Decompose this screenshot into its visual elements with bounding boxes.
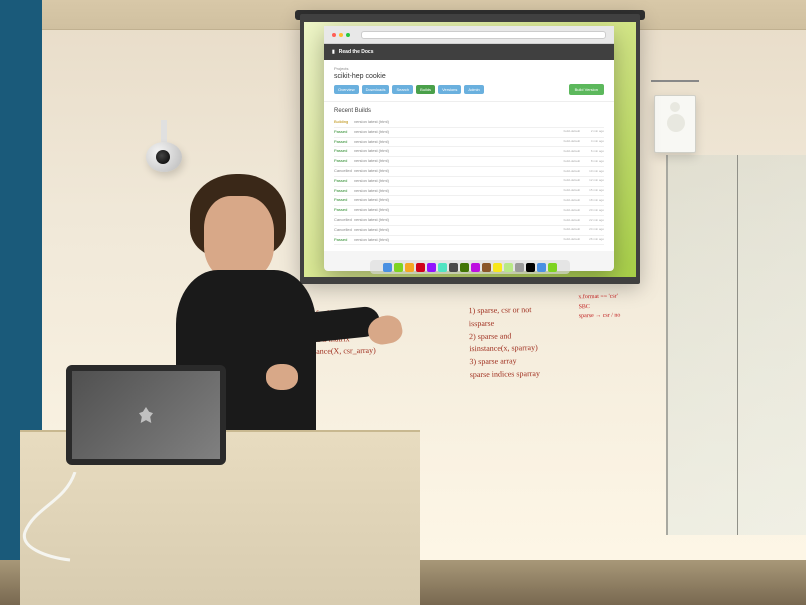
url-bar[interactable] bbox=[361, 31, 606, 39]
tab-downloads[interactable]: Downloads bbox=[362, 85, 390, 94]
browser-chrome bbox=[324, 26, 614, 44]
build-row[interactable]: Cancelledversion latest (html)build-defa… bbox=[334, 226, 604, 236]
dock-app-icon[interactable] bbox=[460, 263, 469, 272]
project-header: Projects scikit-hep cookie OverviewDownl… bbox=[324, 60, 614, 101]
dock-app-icon[interactable] bbox=[537, 263, 546, 272]
close-icon[interactable] bbox=[332, 33, 336, 37]
section-title: Recent Builds bbox=[334, 108, 604, 114]
tab-overview[interactable]: Overview bbox=[334, 85, 359, 94]
whiteboard-line: 3) sparse array bbox=[469, 355, 539, 369]
glass-door bbox=[666, 155, 806, 535]
speaker-mount bbox=[651, 80, 699, 96]
tab-search[interactable]: Search bbox=[392, 85, 413, 94]
minimize-icon[interactable] bbox=[339, 33, 343, 37]
dock-app-icon[interactable] bbox=[504, 263, 513, 272]
project-title: scikit-hep cookie bbox=[334, 73, 604, 80]
build-row[interactable]: Passedversion latest (html)build-default… bbox=[334, 236, 604, 246]
build-row[interactable]: Cancelledversion latest (html)build-defa… bbox=[334, 216, 604, 226]
tab-admin[interactable]: Admin bbox=[464, 85, 483, 94]
build-row[interactable]: Passedversion latest (html)build-default… bbox=[334, 196, 604, 206]
build-row[interactable]: Passedversion latest (html)build-default… bbox=[334, 138, 604, 148]
laptop bbox=[56, 365, 236, 475]
whiteboard-line: isinstance(x, sparray) bbox=[469, 342, 539, 356]
apple-logo-icon bbox=[139, 407, 153, 423]
build-row[interactable]: Passedversion latest (html)build-default… bbox=[334, 147, 604, 157]
build-row[interactable]: Buildingversion latest (html) bbox=[334, 118, 604, 128]
site-header: ▮ Read the Docs bbox=[324, 44, 614, 60]
dock-app-icon[interactable] bbox=[548, 263, 557, 272]
dock-app-icon[interactable] bbox=[427, 263, 436, 272]
dock-app-icon[interactable] bbox=[471, 263, 480, 272]
dock-app-icon[interactable] bbox=[405, 263, 414, 272]
build-row[interactable]: Cancelledversion latest (html)build-defa… bbox=[334, 167, 604, 177]
book-icon: ▮ bbox=[332, 49, 335, 55]
whiteboard-line: x.format == 'csr' bbox=[578, 293, 620, 303]
whiteboard-line: 2) sparse and bbox=[469, 330, 539, 344]
build-row[interactable]: Passedversion latest (html)build-default… bbox=[334, 128, 604, 138]
build-version-button[interactable]: Build Version bbox=[569, 84, 604, 95]
whiteboard-line: sparse → csr / no bbox=[579, 312, 621, 322]
tab-builds[interactable]: Builds bbox=[416, 85, 435, 94]
site-name: Read the Docs bbox=[339, 49, 374, 55]
dock-app-icon[interactable] bbox=[493, 263, 502, 272]
dock-app-icon[interactable] bbox=[394, 263, 403, 272]
cable bbox=[15, 472, 125, 562]
wall-speaker bbox=[654, 95, 696, 153]
dock-app-icon[interactable] bbox=[438, 263, 447, 272]
breadcrumb: Projects bbox=[334, 66, 604, 71]
build-row[interactable]: Passedversion latest (html)build-default… bbox=[334, 157, 604, 167]
build-row[interactable]: Passedversion latest (html)build-default… bbox=[334, 177, 604, 187]
build-row[interactable]: Passedversion latest (html)build-default… bbox=[334, 187, 604, 197]
whiteboard-line: issparse bbox=[469, 317, 539, 331]
dock-app-icon[interactable] bbox=[482, 263, 491, 272]
whiteboard-line: sparse indices sparray bbox=[470, 368, 540, 382]
dock-app-icon[interactable] bbox=[515, 263, 524, 272]
builds-list: Buildingversion latest (html)Passedversi… bbox=[334, 118, 604, 245]
tab-versions[interactable]: Versions bbox=[438, 85, 461, 94]
dock-app-icon[interactable] bbox=[449, 263, 458, 272]
project-tabs: OverviewDownloadsSearchBuildsVersionsAdm… bbox=[334, 84, 604, 95]
dock-app-icon[interactable] bbox=[383, 263, 392, 272]
dock-app-icon[interactable] bbox=[526, 263, 535, 272]
whiteboard-line: 1) sparse, csr or not bbox=[469, 304, 539, 318]
macos-dock[interactable] bbox=[370, 260, 570, 274]
build-row[interactable]: Passedversion latest (html)build-default… bbox=[334, 206, 604, 216]
dock-app-icon[interactable] bbox=[416, 263, 425, 272]
maximize-icon[interactable] bbox=[346, 33, 350, 37]
